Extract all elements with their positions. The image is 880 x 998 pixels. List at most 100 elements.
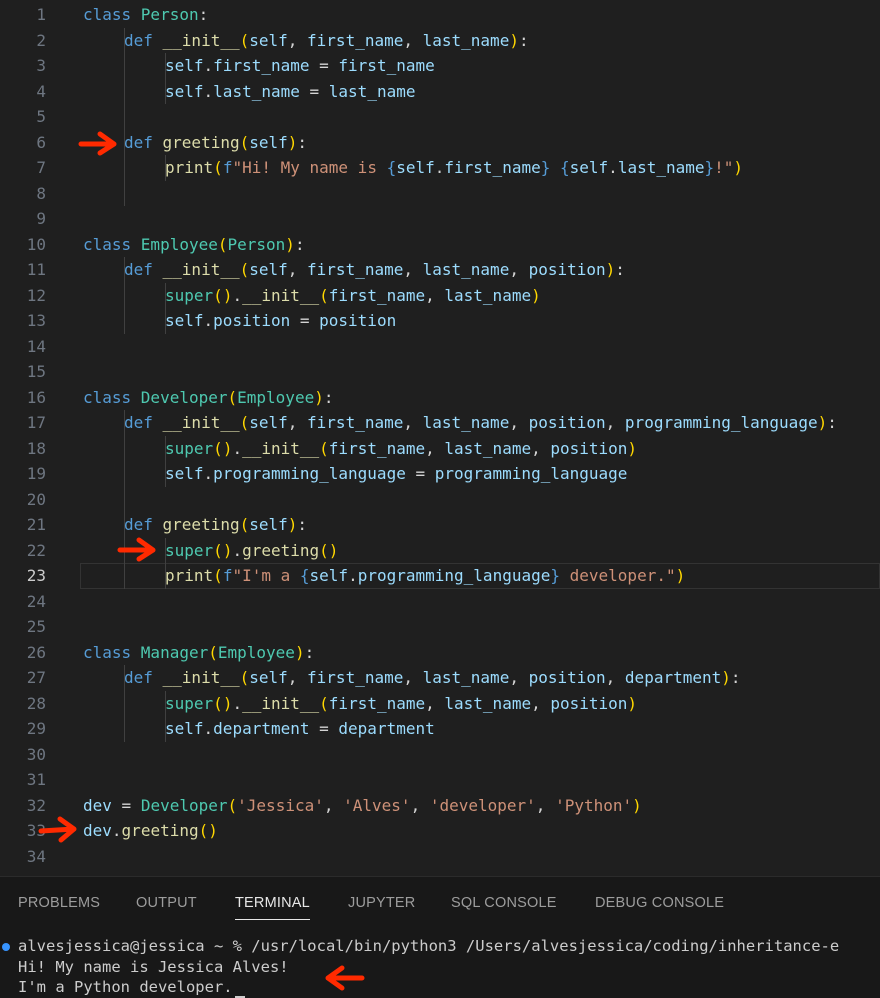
code-text[interactable]: class Employee(Person): [83, 232, 305, 258]
line-number: 29 [26, 719, 46, 738]
code-token: } [704, 158, 715, 177]
code-line[interactable]: 1 class Person: [0, 2, 880, 28]
code-token: f [222, 158, 233, 177]
code-token: first_name [338, 56, 435, 75]
code-text[interactable]: self.programming_language = programming_… [165, 461, 627, 487]
code-line[interactable]: 15 [0, 359, 880, 385]
code-text[interactable]: self.department = department [165, 716, 435, 742]
tab-terminal[interactable]: TERMINAL [235, 895, 310, 920]
code-line[interactable]: 6 def greeting(self): [0, 129, 880, 156]
code-text[interactable]: class Developer(Employee): [83, 385, 333, 411]
code-token: . [203, 311, 214, 330]
code-line[interactable]: 5 [0, 104, 880, 130]
code-line[interactable]: 12 super().__init__(first_name, last_name… [0, 282, 880, 309]
code-token: programming_language [624, 413, 818, 432]
code-token: ( [208, 642, 218, 662]
code-line[interactable]: 27 def __init__(self, first_name, last_na… [0, 665, 880, 691]
code-text[interactable]: super().__init__(first_name, last_name, … [165, 691, 637, 717]
code-token: , [509, 260, 529, 279]
tab-jupyter[interactable]: JUPYTER [348, 895, 415, 911]
code-token: ) [285, 234, 295, 254]
code-token: ) [721, 668, 731, 687]
code-text[interactable]: self.last_name = last_name [165, 79, 415, 105]
code-line[interactable]: 34 [0, 844, 880, 870]
code-text[interactable]: super().greeting() [165, 538, 338, 564]
code-token: first_name [328, 693, 426, 713]
tab-problems[interactable]: PROBLEMS [18, 895, 100, 911]
code-text[interactable]: def __init__(self, first_name, last_name… [124, 257, 625, 283]
code-token: ) [287, 515, 298, 534]
code-line[interactable]: 19 self.programming_language = programmin… [0, 461, 880, 487]
code-token: ) [627, 438, 638, 458]
code-line[interactable]: 24 [0, 589, 880, 615]
code-line[interactable]: 28 super().__init__(first_name, last_name… [0, 690, 880, 717]
code-text[interactable]: def __init__(self, first_name, last_name… [124, 410, 837, 436]
code-text[interactable]: class Manager(Employee): [83, 640, 314, 666]
code-line[interactable]: 17 def __init__(self, first_name, last_na… [0, 410, 880, 436]
code-line[interactable]: 23 print(f"I'm a {self.programming_langua… [0, 563, 880, 589]
code-line[interactable]: 10 class Employee(Person): [0, 232, 880, 258]
code-token: ( [239, 30, 250, 50]
code-text[interactable]: super().__init__(first_name, last_name, … [165, 436, 637, 462]
code-text[interactable]: class Person: [83, 2, 208, 28]
code-token: , [403, 30, 423, 50]
code-line[interactable]: 26 class Manager(Employee): [0, 640, 880, 666]
tab-output[interactable]: OUTPUT [136, 895, 197, 911]
code-token: def [124, 30, 163, 50]
code-line[interactable]: 4 self.last_name = last_name [0, 78, 880, 105]
indent-guide [124, 78, 125, 104]
tab-sql-console[interactable]: SQL CONSOLE [451, 895, 557, 911]
code-text[interactable]: super().__init__(first_name, last_name) [165, 283, 541, 309]
code-token: Person [140, 5, 199, 24]
code-token: super [165, 693, 214, 713]
code-token: , [287, 30, 308, 50]
code-token: . [111, 821, 122, 840]
code-line[interactable]: 31 [0, 767, 880, 793]
code-line[interactable]: 7 print(f"Hi! My name is {self.first_name… [0, 155, 880, 181]
line-number: 6 [36, 132, 46, 152]
code-text[interactable]: dev.greeting() [83, 818, 218, 844]
code-line[interactable]: 14 [0, 334, 880, 360]
code-token: first_name [328, 285, 426, 305]
code-line[interactable]: 20 [0, 486, 880, 512]
code-text[interactable]: def __init__(self, first_name, last_name… [124, 28, 529, 54]
code-line[interactable]: 33 dev.greeting() [0, 818, 880, 844]
code-text[interactable]: print(f"I'm a {self.programming_language… [165, 563, 685, 589]
code-line[interactable]: 11 def __init__(self, first_name, last_na… [0, 257, 880, 283]
code-line[interactable]: 25 [0, 614, 880, 640]
terminal-output-line-1: Hi! My name is Jessica Alves! [18, 958, 289, 976]
code-line[interactable]: 32 dev = Developer('Jessica', 'Alves', 'd… [0, 793, 880, 819]
code-line[interactable]: 2 def __init__(self, first_name, last_nam… [0, 27, 880, 54]
code-token: : [730, 668, 741, 687]
indent-guide [124, 155, 125, 181]
code-line[interactable]: 16 class Developer(Employee): [0, 385, 880, 411]
code-text[interactable]: print(f"Hi! My name is {self.first_name}… [165, 155, 743, 181]
code-token: ) [531, 285, 541, 305]
indent-guide [124, 282, 125, 308]
code-text[interactable]: self.first_name = first_name [165, 53, 435, 79]
code-token: class [83, 5, 141, 24]
code-token: dev [83, 795, 112, 815]
code-line[interactable]: 29 self.department = department [0, 716, 880, 742]
code-line[interactable]: 13 self.position = position [0, 308, 880, 334]
code-line[interactable]: 8 [0, 180, 880, 206]
annotation-arrow-terminal [325, 965, 365, 991]
code-token: self [249, 260, 288, 279]
code-line[interactable]: 30 [0, 742, 880, 768]
code-line[interactable]: 9 [0, 206, 880, 232]
code-text[interactable]: dev = Developer('Jessica', 'Alves', 'dev… [83, 793, 642, 819]
code-line[interactable]: 3 self.first_name = first_name [0, 53, 880, 79]
code-line[interactable]: 18 super().__init__(first_name, last_name… [0, 435, 880, 462]
code-text[interactable]: self.position = position [165, 308, 396, 334]
line-number: 19 [26, 464, 46, 483]
code-token: ) [605, 260, 616, 279]
code-token: ) [208, 821, 218, 840]
code-text[interactable]: def __init__(self, first_name, last_name… [124, 665, 741, 691]
code-editor[interactable]: 1 class Person: 2 def __init__(self, first_… [0, 0, 880, 875]
line-number: 23 [26, 566, 46, 585]
terminal-prompt-line[interactable]: alvesjessica@jessica ~ % /usr/local/bin/… [18, 936, 839, 957]
code-text[interactable]: def greeting(self): [124, 130, 307, 156]
code-token: ( [198, 821, 209, 840]
code-token: ( [239, 668, 250, 687]
tab-debug-console[interactable]: DEBUG CONSOLE [595, 895, 724, 911]
